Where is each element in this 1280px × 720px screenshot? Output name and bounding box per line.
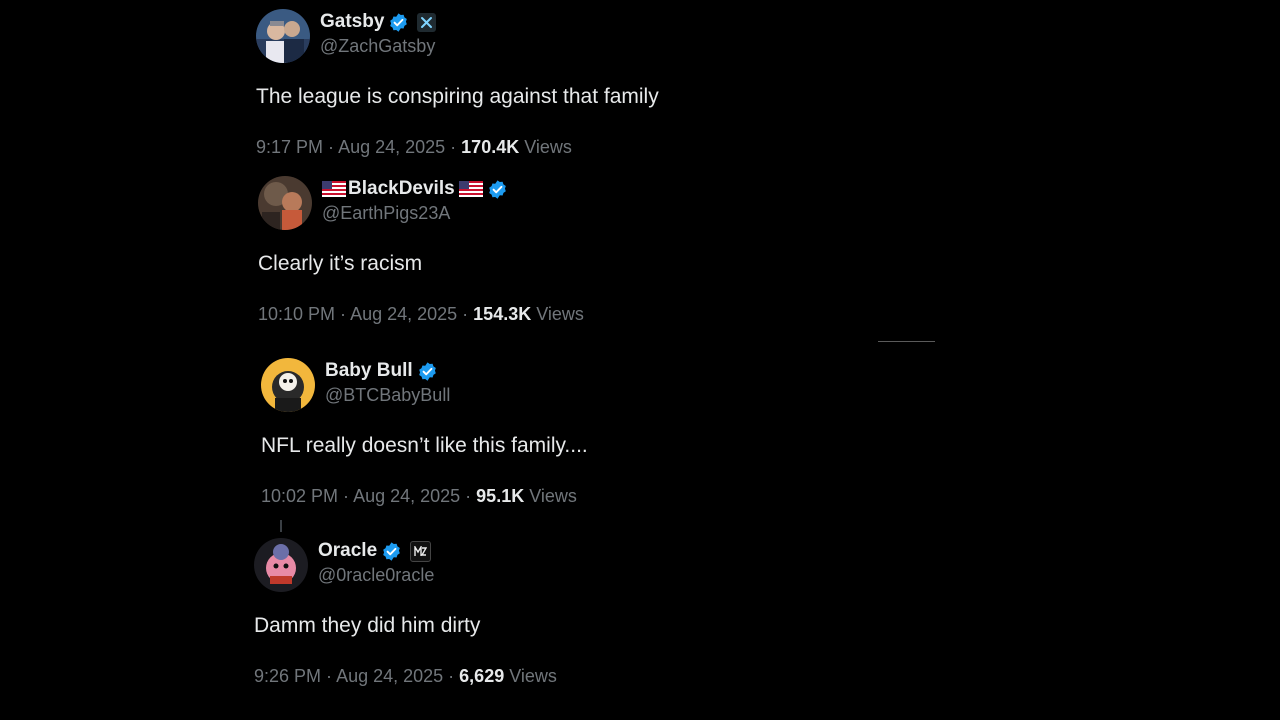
avatar[interactable] xyxy=(254,538,308,592)
tweet-date[interactable]: Aug 24, 2025 xyxy=(353,486,460,506)
views-label: Views xyxy=(524,137,572,157)
views-label: Views xyxy=(536,304,584,324)
handle[interactable]: @0racle0racle xyxy=(318,565,434,586)
tweet-time[interactable]: 10:02 PM xyxy=(261,486,338,506)
avatar[interactable] xyxy=(256,9,310,63)
display-name[interactable]: Gatsby xyxy=(320,11,384,33)
tweet-text: Clearly it’s racism xyxy=(258,252,423,275)
display-name[interactable]: Oracle xyxy=(318,540,377,562)
views-count: 170.4K xyxy=(461,137,520,157)
tweet-date[interactable]: Aug 24, 2025 xyxy=(350,304,457,324)
views-count: 6,629 xyxy=(459,666,505,686)
display-name[interactable]: Baby Bull xyxy=(325,360,413,382)
tweet-meta: 10:10 PM · Aug 24, 2025 · 154.3K Views xyxy=(258,304,584,324)
views-count: 154.3K xyxy=(473,304,532,324)
tweet-time[interactable]: 9:26 PM xyxy=(254,666,321,686)
divider xyxy=(878,341,935,342)
tweet[interactable]: BlackDevils @EarthPigs23A Clearly it’s r… xyxy=(258,176,818,346)
us-flag-icon xyxy=(458,181,483,197)
verified-badge-icon xyxy=(417,361,438,382)
handle[interactable]: @ZachGatsby xyxy=(320,36,436,57)
tweet[interactable]: Oracle @0racle0racle Damm they did him d… xyxy=(254,538,814,708)
verified-badge-icon xyxy=(388,12,409,33)
tweet-meta: 10:02 PM · Aug 24, 2025 · 95.1K Views xyxy=(261,486,577,506)
tweet-text: NFL really doesn’t like this family.... xyxy=(261,434,588,457)
views-label: Views xyxy=(509,666,557,686)
tweet-text: Damm they did him dirty xyxy=(254,614,481,637)
tweet-time[interactable]: 10:10 PM xyxy=(258,304,335,324)
mz-affiliate-icon[interactable] xyxy=(410,540,432,562)
avatar[interactable] xyxy=(258,176,312,230)
tweet[interactable]: Gatsby @ZachGatsby The league is conspir… xyxy=(256,9,816,179)
thread-connector xyxy=(280,520,282,532)
handle[interactable]: @BTCBabyBull xyxy=(325,385,450,406)
verified-badge-icon xyxy=(487,179,508,200)
handle[interactable]: @EarthPigs23A xyxy=(322,203,508,224)
views-label: Views xyxy=(529,486,577,506)
display-name[interactable]: BlackDevils xyxy=(348,178,455,200)
tweet-time[interactable]: 9:17 PM xyxy=(256,137,323,157)
tweet-meta: 9:17 PM · Aug 24, 2025 · 170.4K Views xyxy=(256,137,572,157)
views-count: 95.1K xyxy=(476,486,525,506)
tweet-date[interactable]: Aug 24, 2025 xyxy=(336,666,443,686)
tweet[interactable]: Baby Bull @BTCBabyBull NFL really doesn’… xyxy=(261,358,821,528)
x-affiliate-icon[interactable] xyxy=(417,12,437,32)
tweet-date[interactable]: Aug 24, 2025 xyxy=(338,137,445,157)
tweet-meta: 9:26 PM · Aug 24, 2025 · 6,629 Views xyxy=(254,666,557,686)
verified-badge-icon xyxy=(381,541,402,562)
us-flag-icon xyxy=(322,181,346,197)
tweet-text: The league is conspiring against that fa… xyxy=(256,85,659,108)
avatar[interactable] xyxy=(261,358,315,412)
